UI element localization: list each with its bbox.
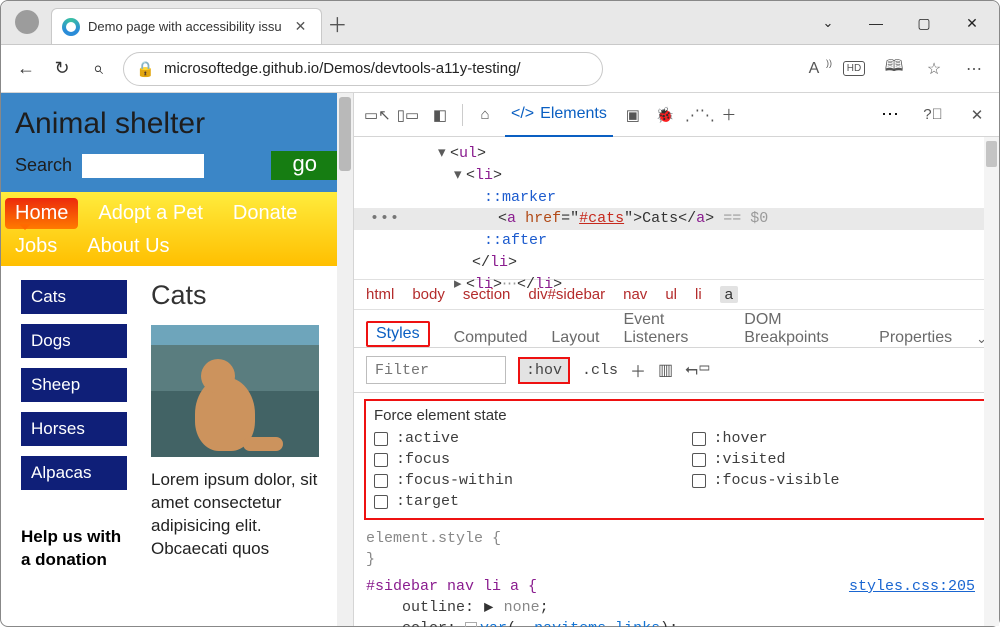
close-tab-icon[interactable]: ✕ — [290, 16, 312, 37]
new-tab-button[interactable]: ＋ — [322, 9, 352, 38]
computed-panel-button[interactable]: ⮢▭ — [685, 361, 711, 379]
sidebar-item-sheep[interactable]: Sheep — [21, 368, 127, 402]
state-active[interactable]: :active — [374, 430, 662, 447]
donation-callout: Help us with a donation — [21, 526, 127, 572]
welcome-icon[interactable]: ⌂ — [473, 106, 497, 123]
tab-title: Demo page with accessibility issu — [88, 19, 282, 34]
subtab-computed[interactable]: Computed — [454, 329, 528, 347]
page-sidebar: Cats Dogs Sheep Horses Alpacas Help us w… — [21, 280, 127, 572]
url-text: microsoftedge.github.io/Demos/devtools-a… — [164, 60, 521, 77]
addr-search-icon[interactable]: ⌕ — [87, 58, 109, 79]
inspect-icon[interactable]: ▭↖ — [364, 106, 388, 124]
flex-overlay-button[interactable]: ▥ — [658, 360, 673, 380]
site-title: Animal shelter — [15, 107, 339, 141]
page-scrollbar[interactable] — [337, 93, 353, 626]
hd-icon[interactable]: HD — [843, 61, 865, 76]
browser-tab[interactable]: Demo page with accessibility issu ✕ — [51, 8, 322, 44]
subtab-styles[interactable]: Styles — [366, 321, 430, 347]
state-target[interactable]: :target — [374, 493, 662, 510]
force-title: Force element state — [374, 407, 979, 424]
lock-icon: 🔒 — [136, 60, 154, 78]
cls-toggle-button[interactable]: .cls — [582, 362, 618, 379]
search-label: Search — [15, 155, 72, 176]
sidebar-item-cats[interactable]: Cats — [21, 280, 127, 314]
css-rules[interactable]: element.style { } #sidebar nav li a { st… — [354, 524, 999, 627]
window-titlebar: Demo page with accessibility issu ✕ ＋ ⌄ … — [1, 1, 999, 45]
devtools-scrollbar[interactable] — [984, 137, 999, 626]
subtab-properties[interactable]: Properties — [879, 329, 952, 347]
cat-image — [151, 325, 319, 457]
nav-adopt[interactable]: Adopt a Pet — [88, 198, 213, 229]
devtools-close-icon[interactable]: ✕ — [965, 106, 989, 124]
site-header: Animal shelter Search go — [1, 93, 353, 192]
sidebar-item-horses[interactable]: Horses — [21, 412, 127, 446]
tab-elements[interactable]: </>Elements — [505, 93, 613, 137]
window-close-button[interactable]: ✕ — [949, 8, 995, 40]
reading-mode-icon[interactable]: 🕮 — [883, 55, 905, 82]
go-button[interactable]: go — [271, 151, 339, 180]
force-element-state-panel: Force element state :active :hover :focu… — [364, 399, 989, 520]
main-nav: Home Adopt a Pet Donate Jobs About Us — [1, 192, 353, 266]
styles-source-link[interactable]: styles.css:205 — [849, 576, 975, 597]
devtools-toolbar: ▭↖ ▯▭ ◧ ⌂ </>Elements ▣ 🐞 ⋰⋱ ＋ ⋯ ?⃝ ✕ — [354, 93, 999, 137]
styles-subtabs: Styles Computed Layout Event Listeners D… — [354, 310, 999, 348]
favorite-icon[interactable]: ☆ — [923, 59, 945, 79]
styles-filter-input[interactable] — [366, 356, 506, 384]
nav-home[interactable]: Home — [5, 198, 78, 229]
tab-add-icon[interactable]: ＋ — [717, 104, 741, 125]
edge-icon — [62, 18, 80, 36]
state-focus[interactable]: :focus — [374, 451, 662, 468]
profile-avatar[interactable] — [15, 10, 39, 34]
tab-console-icon[interactable]: ▣ — [621, 106, 645, 124]
hov-toggle-button[interactable]: :hov — [518, 357, 570, 384]
url-box[interactable]: 🔒 microsoftedge.github.io/Demos/devtools… — [123, 52, 603, 86]
search-input[interactable] — [82, 154, 204, 178]
nav-donate[interactable]: Donate — [223, 198, 308, 229]
state-hover[interactable]: :hover — [692, 430, 980, 447]
minimize-button[interactable]: — — [853, 8, 899, 40]
maximize-button[interactable]: ▢ — [901, 8, 947, 40]
dock-icon[interactable]: ◧ — [428, 106, 452, 124]
sidebar-item-alpacas[interactable]: Alpacas — [21, 456, 127, 490]
state-visited[interactable]: :visited — [692, 451, 980, 468]
device-icon[interactable]: ▯▭ — [396, 106, 420, 124]
article-title: Cats — [151, 280, 339, 311]
devtools-more-icon[interactable]: ⋯ — [881, 104, 901, 125]
tab-network-icon[interactable]: ⋰⋱ — [685, 106, 709, 124]
settings-more-icon[interactable]: ⋯ — [963, 59, 985, 79]
tab-sources-icon[interactable]: 🐞 — [653, 106, 677, 124]
new-rule-button[interactable]: ＋ — [630, 358, 646, 382]
subtab-event-listeners[interactable]: Event Listeners — [623, 311, 720, 347]
subtab-layout[interactable]: Layout — [551, 329, 599, 347]
state-focus-within[interactable]: :focus-within — [374, 472, 662, 489]
address-bar: ← ↻ ⌕ 🔒 microsoftedge.github.io/Demos/de… — [1, 45, 999, 93]
webpage-pane: Animal shelter Search go Home Adopt a Pe… — [1, 93, 353, 626]
nav-jobs[interactable]: Jobs — [5, 231, 67, 262]
sidebar-item-dogs[interactable]: Dogs — [21, 324, 127, 358]
state-focus-visible[interactable]: :focus-visible — [692, 472, 980, 489]
devtools-pane: ▭↖ ▯▭ ◧ ⌂ </>Elements ▣ 🐞 ⋰⋱ ＋ ⋯ ?⃝ ✕ ▾<… — [353, 93, 999, 626]
article-text: Lorem ipsum dolor, sit amet consectetur … — [151, 469, 339, 561]
help-icon[interactable]: ?⃝ — [921, 106, 945, 123]
read-aloud-icon[interactable]: A)) — [803, 60, 825, 78]
refresh-button[interactable]: ↻ — [51, 58, 73, 79]
dom-selected-node[interactable]: ••• <a href="#cats">Cats</a> == $0 — [354, 208, 999, 230]
back-button[interactable]: ← — [15, 58, 37, 79]
subtab-dom-breakpoints[interactable]: DOM Breakpoints — [744, 311, 855, 347]
dom-tree[interactable]: ▾<ul> ▾<li> ::marker ••• <a href="#cats"… — [354, 137, 999, 299]
tabs-chevron-icon[interactable]: ⌄ — [805, 8, 851, 40]
nav-about[interactable]: About Us — [77, 231, 179, 262]
styles-filterbar: :hov .cls ＋ ▥ ⮢▭ — [354, 348, 999, 393]
